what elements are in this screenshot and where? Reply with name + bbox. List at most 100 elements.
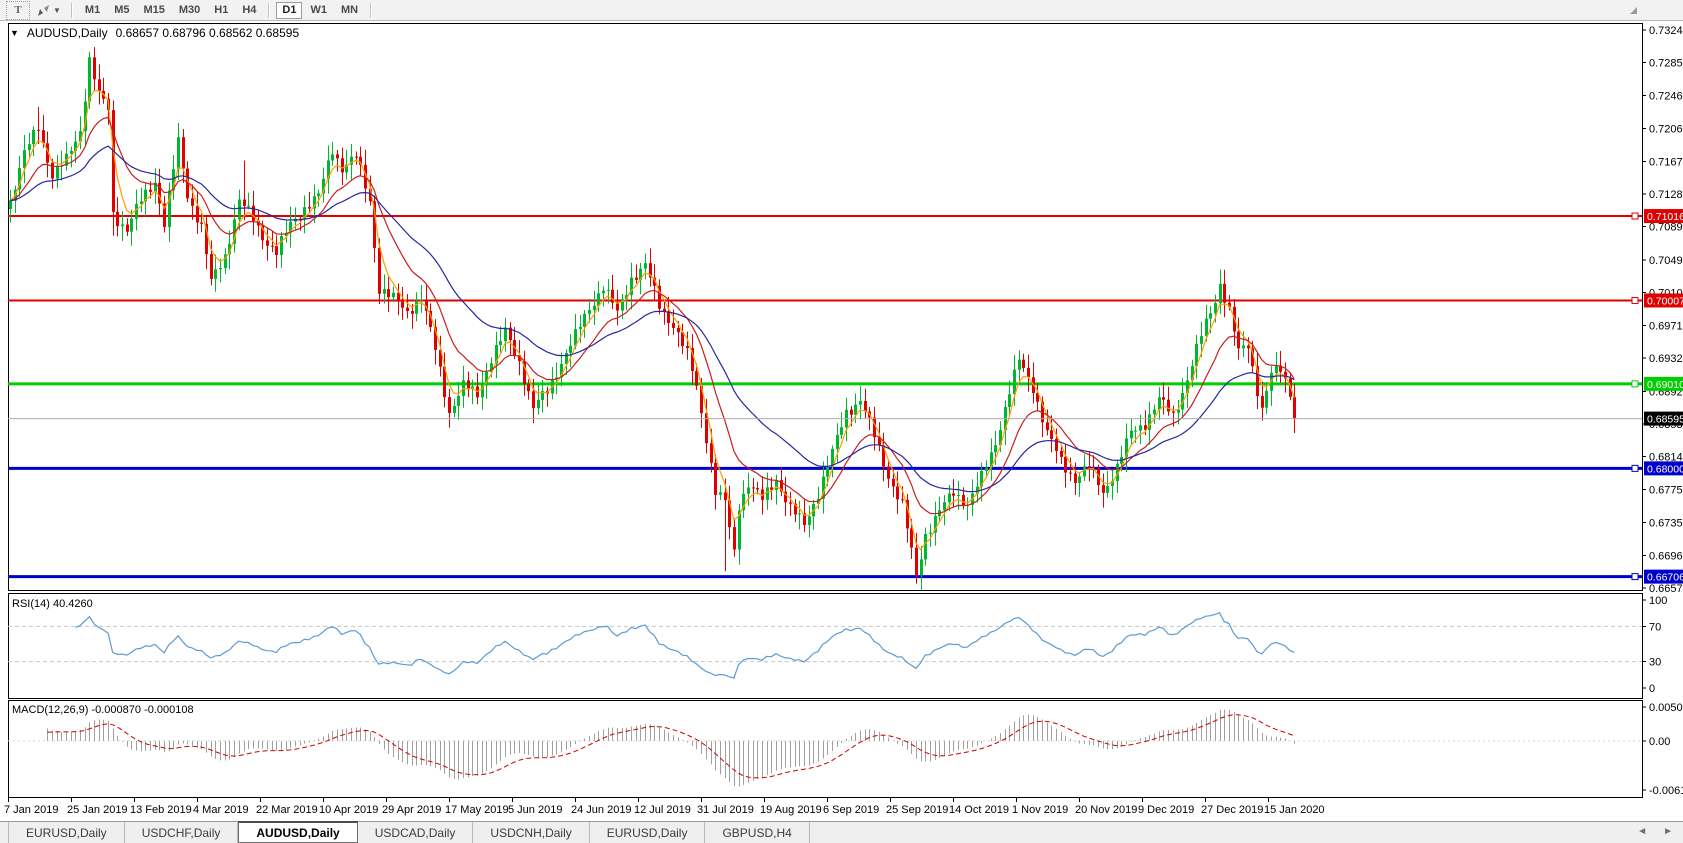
price-axis[interactable]: 0.732400.728500.724600.720600.716700.712…: [1642, 25, 1683, 797]
timeframe-mn-button[interactable]: MN: [335, 2, 364, 19]
candle-bear: [275, 246, 278, 255]
candle-bear: [1092, 467, 1095, 468]
chart-tab-eurusd-daily[interactable]: EURUSD,Daily: [8, 822, 125, 843]
candle-bull: [1205, 319, 1208, 337]
candle-bear: [336, 154, 339, 158]
candle-bull: [719, 492, 722, 495]
chart-symbol-label: AUDUSD,Daily: [27, 26, 108, 40]
timeframe-d1-button[interactable]: D1: [276, 2, 302, 19]
candle-bull: [1153, 410, 1156, 415]
candle-bear: [677, 328, 680, 332]
draw-arrows-button[interactable]: ▼: [32, 1, 65, 20]
chart-ohlc-values: 0.68657 0.68796 0.68562 0.68595: [116, 26, 300, 40]
date-tick-label: 22 Mar 2019: [256, 804, 318, 816]
collapse-chart-icon[interactable]: ▼: [10, 28, 19, 38]
candle-bear: [271, 246, 274, 247]
price-tick-label: 0.67350: [1649, 518, 1683, 530]
date-tick-label: 20 Nov 2019: [1075, 804, 1137, 816]
main-plot-area[interactable]: [9, 24, 1643, 591]
date-tick-label: 6 Sep 2019: [823, 804, 879, 816]
timeframe-w1-button[interactable]: W1: [304, 2, 333, 19]
candle-bear: [243, 200, 246, 206]
candle-bull: [177, 137, 180, 169]
date-tick-label: 27 Dec 2019: [1201, 804, 1263, 816]
candle-bear: [149, 190, 152, 192]
price-tick-label: 0.69710: [1649, 320, 1683, 332]
chart-tab-usdcnh-daily[interactable]: USDCNH,Daily: [473, 822, 589, 843]
macd-tick-label: -0.006148: [1649, 785, 1683, 797]
candle-bear: [266, 240, 269, 245]
candle-bull: [317, 193, 320, 196]
candle-bear: [210, 254, 213, 279]
chart-tab-eurusd-daily[interactable]: EURUSD,Daily: [590, 822, 706, 843]
candle-bull: [504, 328, 507, 342]
candle-bull: [1214, 303, 1217, 313]
candle-bear: [710, 443, 713, 463]
candle-bear: [387, 289, 390, 297]
candle-bull: [920, 559, 923, 575]
candle-bear: [896, 486, 899, 499]
panel-borders: [9, 24, 1643, 798]
timeframe-m30-button[interactable]: M30: [173, 2, 206, 19]
candle-bull: [9, 201, 12, 209]
candle-bear: [1237, 332, 1240, 349]
date-tick-label: 15 Jan 2020: [1264, 804, 1325, 816]
candle-bull: [219, 268, 222, 269]
chart-tab-usdchf-daily[interactable]: USDCHF,Daily: [125, 822, 239, 843]
date-tick-label: 4 Mar 2019: [193, 804, 249, 816]
candle-bear: [910, 528, 913, 547]
chart-tab-audusd-daily[interactable]: AUDUSD,Daily: [238, 821, 357, 843]
candle-bear: [714, 463, 717, 495]
candle-bull: [1265, 391, 1268, 408]
candle-bear: [1088, 466, 1091, 467]
candle-bear: [887, 466, 890, 478]
timeframe-toolbar: M1M5M15M30H1H4 D1W1MN: [79, 2, 376, 19]
date-tick-label: 7 Jan 2019: [4, 804, 58, 816]
candle-bear: [200, 223, 203, 224]
candle-bull: [994, 445, 997, 452]
date-axis[interactable]: 7 Jan 201925 Jan 201913 Feb 20194 Mar 20…: [4, 798, 1325, 816]
tab-scroll-left-icon[interactable]: ◄: [1637, 826, 1647, 837]
axis-price-chip-label: 0.70007: [1647, 295, 1683, 307]
price-tick-label: 0.71280: [1649, 189, 1683, 201]
candle-bear: [892, 479, 895, 487]
candle-bear: [915, 548, 918, 575]
chart-tab-gbpusd-h4[interactable]: GBPUSD,H4: [705, 822, 809, 843]
candle-bull: [593, 306, 596, 310]
timeframe-h1-button[interactable]: H1: [208, 2, 234, 19]
date-tick-label: 25 Sep 2019: [886, 804, 948, 816]
candle-bear: [411, 311, 414, 314]
candle-bull: [583, 314, 586, 327]
candle-bull: [1013, 370, 1016, 394]
candle-bear: [635, 278, 638, 280]
axis-price-chip-label: 0.66706: [1647, 572, 1683, 584]
candle-bull: [597, 293, 600, 305]
chart-tab-usdcad-daily[interactable]: USDCAD,Daily: [358, 822, 474, 843]
candle-bull: [798, 513, 801, 514]
tab-scroll-right-icon[interactable]: ►: [1663, 826, 1673, 837]
macd-plot-area[interactable]: [9, 701, 1643, 798]
candle-bear: [51, 163, 54, 179]
timeframe-m15-button[interactable]: M15: [137, 2, 170, 19]
candle-bear: [378, 248, 381, 294]
timeframe-m1-button[interactable]: M1: [79, 2, 106, 19]
candle-bull: [1200, 336, 1203, 344]
timeframe-m5-button[interactable]: M5: [108, 2, 135, 19]
candle-bull: [766, 487, 769, 500]
candle-bear: [182, 137, 185, 168]
candle-bear: [756, 488, 759, 489]
axis-price-chip-label: 0.68000: [1647, 463, 1683, 475]
chart-title: ▼ AUDUSD,Daily 0.68657 0.68796 0.68562 0…: [10, 26, 299, 40]
toolbar-overflow-icon[interactable]: [1630, 7, 1637, 14]
timeframe-h4-button[interactable]: H4: [236, 2, 262, 19]
price-tick-label: 0.72060: [1649, 124, 1683, 136]
candle-bull: [238, 200, 241, 220]
candle-bull: [499, 341, 502, 345]
candle-bear: [191, 198, 194, 205]
candle-bear: [532, 391, 535, 408]
text-tool-button[interactable]: T: [6, 1, 30, 20]
date-tick-label: 19 Aug 2019: [760, 804, 822, 816]
candle-bull: [32, 130, 35, 144]
candle-bear: [901, 499, 904, 500]
candle-bear: [527, 384, 530, 391]
